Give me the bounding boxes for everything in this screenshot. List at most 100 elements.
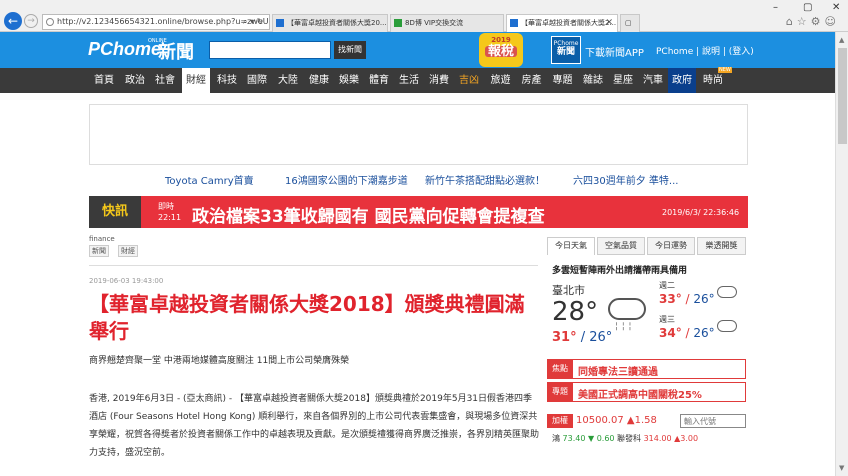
- article-category: finance: [89, 235, 115, 243]
- forward-arrow-icon[interactable]: →: [24, 14, 38, 28]
- flash-time-label: 即時: [158, 202, 174, 211]
- scroll-up-icon[interactable]: ▲: [839, 36, 844, 44]
- tax-promo-badge[interactable]: 2019 報稅: [479, 33, 523, 67]
- focus-label-2: 專題: [547, 382, 573, 402]
- address-bar[interactable]: http://v2.123456654321.online/browse.php…: [42, 14, 270, 30]
- stock-b-name[interactable]: 聯發科: [617, 434, 641, 443]
- nav-item[interactable]: 吉凶: [456, 68, 482, 93]
- app-download-link[interactable]: 下載新聞APP: [585, 44, 644, 59]
- address-tools-icon[interactable]: ⌕ ▾ ↻: [243, 14, 263, 30]
- nav-item[interactable]: 財經: [182, 68, 210, 93]
- tab-favicon-icon: [394, 19, 402, 27]
- stock-b-value: 314.00 ▲3.00: [643, 434, 699, 443]
- stock-quotes: 鴻 73.40 ▼ 0.60 聯發科 314.00 ▲3.00: [552, 433, 698, 444]
- browser-tab-3[interactable]: 【華富卓越投資者關係大獎2... ✕: [506, 14, 618, 32]
- browser-tab-1[interactable]: 【華富卓越投資者關係大獎20...: [272, 14, 388, 32]
- cloud-icon: [717, 320, 737, 332]
- tab-lottery[interactable]: 樂透開獎: [697, 237, 746, 255]
- scroll-down-icon[interactable]: ▼: [839, 464, 844, 472]
- logo-news[interactable]: 新聞: [158, 38, 194, 64]
- nav-item[interactable]: 首頁: [91, 68, 117, 93]
- nav-item[interactable]: 生活: [396, 68, 422, 93]
- search-button[interactable]: 找新聞: [334, 41, 366, 59]
- nav-item[interactable]: 專題: [549, 68, 576, 93]
- stock-a-name[interactable]: 鴻: [552, 434, 560, 443]
- flash-label: 快訊: [89, 196, 141, 228]
- tax-badge-year: 2019: [491, 36, 511, 44]
- weather-temp: 28°: [552, 297, 599, 327]
- article-subtitle: 商界翹楚齊聚一堂 中港兩地媒體高度關注 11間上市公司榮膺殊榮: [89, 356, 350, 366]
- article-title: 【華富卓越投資者關係大獎2018】頒獎典禮圓滿舉行: [89, 292, 525, 343]
- search-input[interactable]: [209, 41, 331, 59]
- article-divider: [89, 265, 538, 266]
- weather-range-sep: /: [576, 330, 590, 345]
- flash-date: 2019/6/3/ 22:36:46: [662, 208, 740, 217]
- tab-label: 【華富卓越投資者關係大獎2...: [521, 19, 617, 27]
- focus-text-1[interactable]: 同婚專法三讀通過: [578, 363, 658, 378]
- browser-tab-2[interactable]: 8D博 VIP交換交流: [390, 14, 504, 32]
- tab-label: 8D博 VIP交換交流: [405, 19, 464, 27]
- page-scrollbar[interactable]: ▲ ▼: [835, 32, 848, 476]
- ad-link-4[interactable]: 六四30週年前夕 準特...: [573, 172, 678, 187]
- toolbar-icons[interactable]: ⌂☆⚙☺: [786, 15, 840, 28]
- flash-time-value: 22:11: [158, 213, 182, 222]
- new-tab-button[interactable]: ▢: [620, 14, 640, 32]
- nav-item[interactable]: 雜誌: [580, 68, 606, 93]
- focus-text-2[interactable]: 美國正式調高中國關稅25%: [578, 386, 702, 401]
- article-body: 香港, 2019年6月3日 - (亞太商訊) - 【華富卓越投資者關係大獎201…: [89, 394, 540, 458]
- minimize-button[interactable]: –: [773, 2, 778, 13]
- nav-item[interactable]: 星座: [610, 68, 636, 93]
- maximize-button[interactable]: ▢: [803, 2, 812, 13]
- app-download-icon[interactable]: PChome 新聞: [551, 36, 581, 64]
- tab-air-quality[interactable]: 空氣品質: [597, 237, 645, 255]
- nav-item[interactable]: 國際: [244, 68, 270, 93]
- close-window-button[interactable]: ✕: [832, 2, 840, 13]
- page-icon: [46, 18, 54, 26]
- nav-item[interactable]: 社會: [152, 68, 178, 93]
- weather-city[interactable]: 臺北市: [552, 282, 585, 298]
- focus-label-1: 焦點: [547, 359, 573, 379]
- scroll-thumb[interactable]: [838, 48, 847, 144]
- nav-item[interactable]: 旅遊: [487, 68, 514, 93]
- tax-badge-text: 報稅: [485, 45, 517, 58]
- forecast-hi-2: 34°: [659, 326, 682, 340]
- tab-favicon-icon: [276, 19, 284, 27]
- ad-banner[interactable]: [89, 104, 748, 165]
- nav-item[interactable]: 消費: [426, 68, 452, 93]
- article-date: 2019-06-03 19:43:00: [89, 277, 164, 285]
- new-badge: NEW: [718, 67, 732, 73]
- ad-link-2[interactable]: 16鴻國家公園的下潮嘉步道: [285, 172, 408, 187]
- forecast-hi-1: 33°: [659, 292, 682, 306]
- ad-link-3[interactable]: 新竹午茶搭配甜點必選款！: [425, 172, 545, 187]
- rain-cloud-icon: [608, 298, 646, 320]
- stock-code-input[interactable]: [680, 414, 746, 428]
- tab-label: 【華富卓越投資者關係大獎20...: [287, 19, 387, 27]
- tab-fortune[interactable]: 今日運勢: [647, 237, 695, 255]
- nav-item[interactable]: 體育: [366, 68, 392, 93]
- article-tag-news[interactable]: 新聞: [89, 245, 109, 257]
- nav-item[interactable]: 健康: [306, 68, 332, 93]
- weather-range-lo: 26°: [589, 330, 613, 345]
- nav-item[interactable]: 娛樂: [336, 68, 362, 93]
- back-arrow-icon[interactable]: ←: [4, 12, 22, 30]
- tab-weather[interactable]: 今日天氣: [547, 237, 595, 255]
- forecast-day-2: 週三: [659, 315, 675, 324]
- weather-range: 31° / 26°: [552, 330, 612, 345]
- cloud-icon: [717, 286, 737, 298]
- nav-item[interactable]: 科技: [214, 68, 240, 93]
- forecast-temp-2: 34° / 26°: [659, 326, 715, 340]
- article-tag-finance[interactable]: 財經: [118, 245, 138, 257]
- close-tab-icon[interactable]: ✕: [605, 15, 613, 31]
- forecast-temp-1: 33° / 26°: [659, 292, 715, 306]
- app-icon-top: PChome: [553, 40, 579, 47]
- user-links[interactable]: PChome | 說明 | (登入): [656, 44, 754, 57]
- nav-item[interactable]: 政治: [122, 68, 148, 93]
- app-icon-bottom: 新聞: [556, 47, 575, 57]
- ad-link-1[interactable]: Toyota Camry首賣: [165, 172, 254, 187]
- nav-item[interactable]: 政府: [668, 68, 696, 93]
- nav-item[interactable]: 汽車: [640, 68, 666, 93]
- nav-item[interactable]: 大陸: [274, 68, 302, 93]
- nav-item[interactable]: 房產: [518, 68, 545, 93]
- flash-headline[interactable]: 政治檔案33筆收歸國有 國民黨向促轉會提複查: [192, 202, 545, 227]
- weather-range-hi: 31°: [552, 330, 577, 345]
